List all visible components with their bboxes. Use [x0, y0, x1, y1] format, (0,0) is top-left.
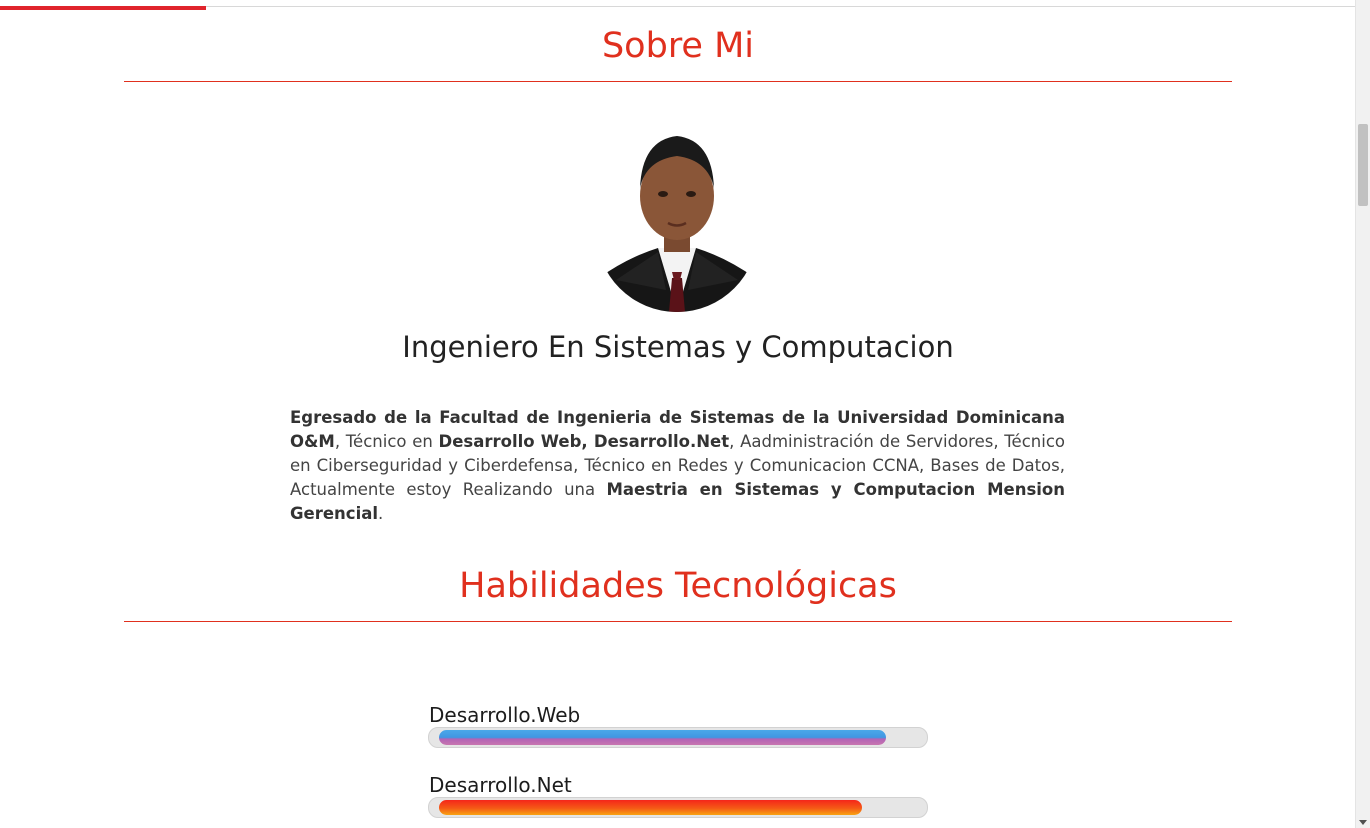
scroll-down-arrow-icon[interactable] — [1359, 820, 1367, 825]
skill-bar-net — [428, 797, 928, 818]
skill-label-web: Desarrollo.Web — [429, 703, 581, 727]
skills-title-rule — [124, 621, 1232, 622]
skill-bar-net-fill — [439, 800, 862, 815]
about-title: Sobre Mi — [601, 26, 755, 66]
scrollbar-thumb[interactable] — [1358, 124, 1368, 206]
skill-label-net: Desarrollo.Net — [429, 773, 572, 797]
skill-bar-web — [428, 727, 928, 748]
bio-web-net: Desarrollo Web, Desarrollo.Net — [438, 432, 730, 451]
profile-photo — [596, 130, 758, 312]
progress-accent-bar — [0, 6, 206, 10]
profession-heading: Ingeniero En Sistemas y Computacion — [402, 330, 954, 364]
page-scrollbar[interactable] — [1355, 0, 1370, 828]
about-title-rule — [124, 81, 1232, 82]
skills-title: Habilidades Tecnológicas — [459, 566, 897, 606]
skill-bar-web-fill — [439, 730, 886, 745]
bio-paragraph: Egresado de la Facultad de Ingenieria de… — [290, 408, 1065, 523]
